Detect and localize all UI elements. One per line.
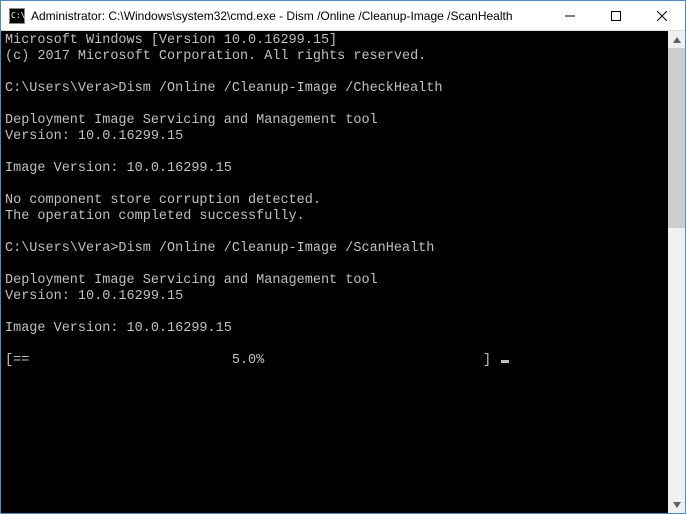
output-line: Deployment Image Servicing and Managemen… [5,113,378,128]
output-line: Image Version: 10.0.16299.15 [5,321,232,336]
window-title: Administrator: C:\Windows\system32\cmd.e… [31,9,547,23]
cmd-icon: C:\ [9,8,25,24]
output-line: Microsoft Windows [Version 10.0.16299.15… [5,33,337,48]
content-wrapper: Microsoft Windows [Version 10.0.16299.15… [1,31,685,513]
maximize-button[interactable] [593,1,639,30]
cmd-window: C:\ Administrator: C:\Windows\system32\c… [0,0,686,514]
vertical-scrollbar[interactable] [668,31,685,513]
scroll-track[interactable] [668,48,685,496]
command: Dism /Online /Cleanup-Image /CheckHealth [118,81,442,96]
output-line: No component store corruption detected. [5,193,321,208]
progress-bar: [== 5.0% ] [5,353,499,368]
output-line: Version: 10.0.16299.15 [5,289,183,304]
cursor-icon [501,360,509,363]
output-line: Deployment Image Servicing and Managemen… [5,273,378,288]
scroll-up-button[interactable] [668,31,685,48]
titlebar[interactable]: C:\ Administrator: C:\Windows\system32\c… [1,1,685,31]
output-line: The operation completed successfully. [5,209,305,224]
output-line: Version: 10.0.16299.15 [5,129,183,144]
prompt: C:\Users\Vera> [5,241,118,256]
terminal-output[interactable]: Microsoft Windows [Version 10.0.16299.15… [1,31,668,513]
close-button[interactable] [639,1,685,30]
scroll-down-button[interactable] [668,496,685,513]
command: Dism /Online /Cleanup-Image /ScanHealth [118,241,434,256]
prompt: C:\Users\Vera> [5,81,118,96]
output-line: (c) 2017 Microsoft Corporation. All righ… [5,49,426,64]
minimize-button[interactable] [547,1,593,30]
window-controls [547,1,685,30]
svg-text:C:\: C:\ [11,11,25,20]
output-line: Image Version: 10.0.16299.15 [5,161,232,176]
scroll-thumb[interactable] [668,48,685,228]
